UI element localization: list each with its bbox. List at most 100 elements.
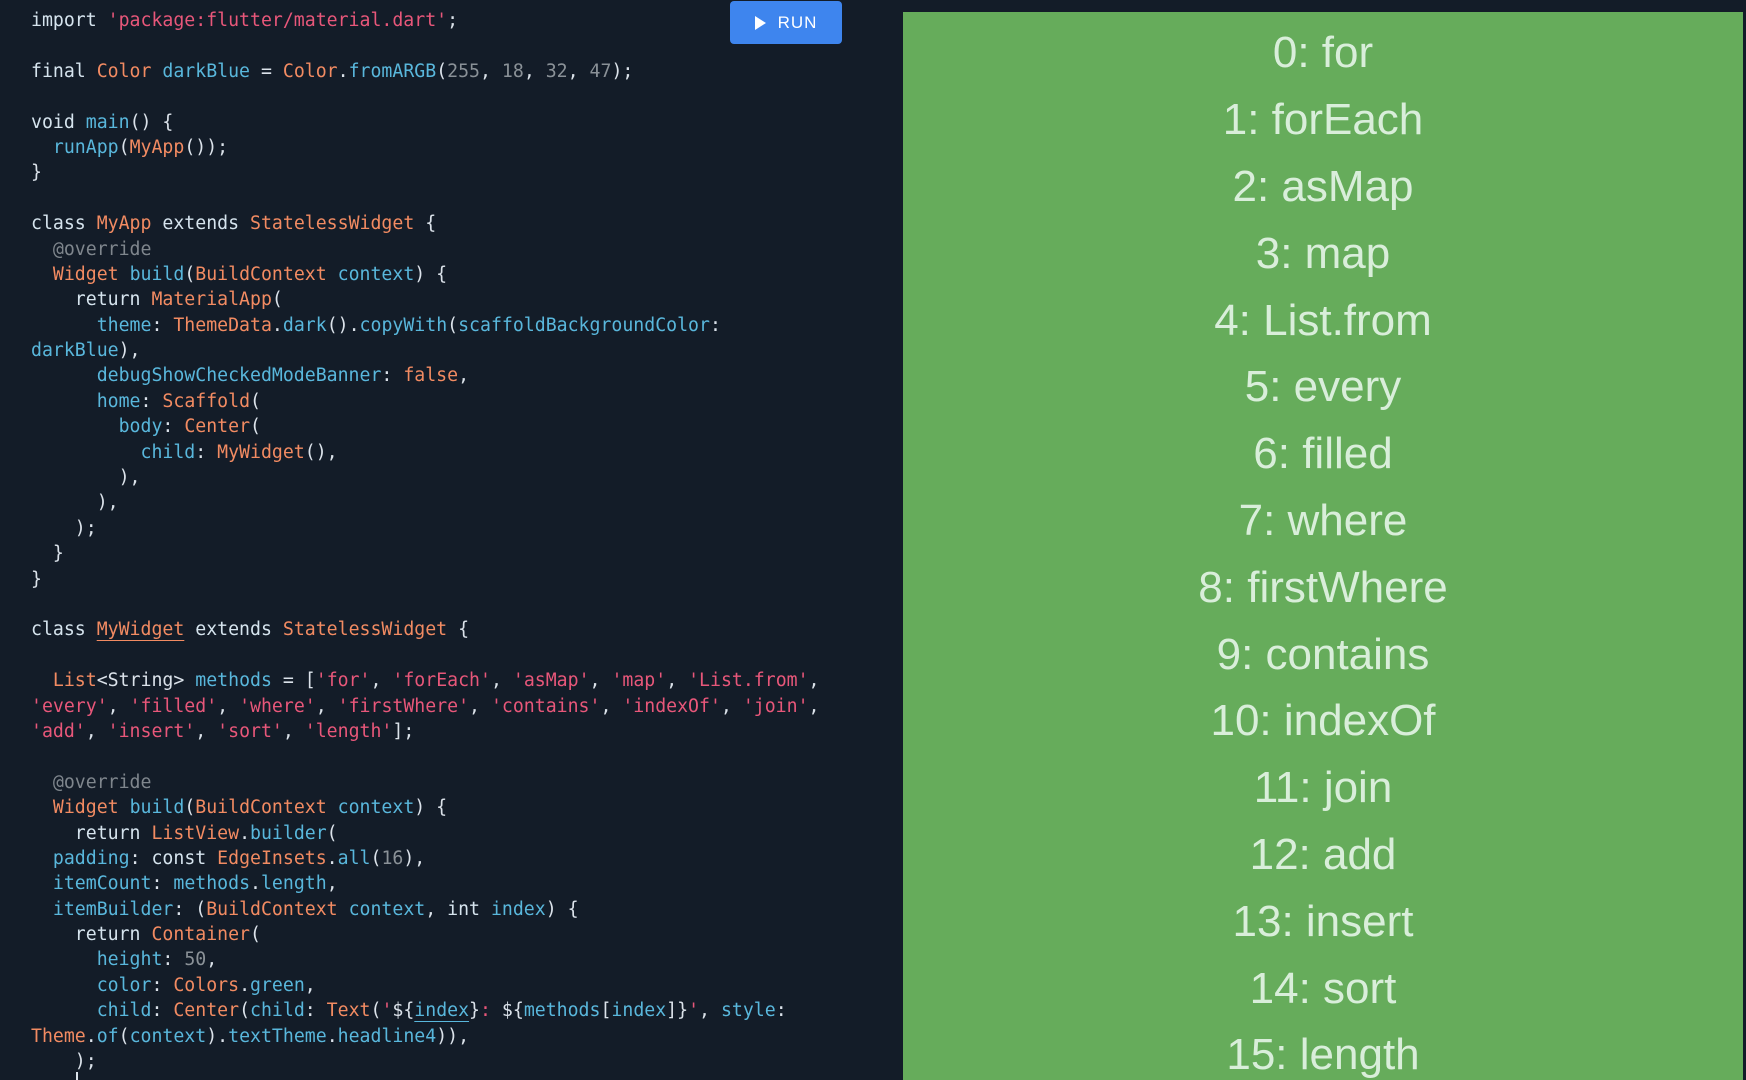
code-token: . bbox=[250, 873, 261, 895]
code-token: Theme bbox=[31, 1025, 86, 1047]
code-token: , bbox=[600, 695, 623, 717]
code-token: color bbox=[96, 974, 152, 996]
code-token: MyApp bbox=[129, 136, 185, 158]
code-token: ) { bbox=[414, 263, 448, 285]
code-token: length bbox=[260, 873, 327, 895]
code-line[interactable]: runApp(MyApp()); bbox=[31, 135, 820, 160]
code-token: (). bbox=[326, 314, 360, 336]
code-line[interactable]: 'every', 'filled', 'where', 'firstWhere'… bbox=[31, 694, 820, 719]
code-token: 'map' bbox=[611, 670, 667, 692]
code-token: , bbox=[206, 949, 218, 971]
code-line[interactable]: Theme.of(context).textTheme.headline4)), bbox=[31, 1024, 820, 1049]
code-token: 255 bbox=[447, 60, 480, 82]
code-line[interactable]: ), bbox=[31, 465, 820, 490]
code-token: Center bbox=[184, 416, 251, 438]
code-token: (), bbox=[304, 441, 338, 463]
code-line[interactable]: ), bbox=[31, 490, 820, 515]
code-token: build bbox=[129, 263, 185, 285]
code-line[interactable]: child: MyWidget(), bbox=[31, 440, 820, 465]
code-line[interactable]: ); bbox=[31, 1049, 820, 1074]
code-line[interactable]: import 'package:flutter/material.dart'; bbox=[31, 8, 820, 33]
code-token: : bbox=[381, 365, 404, 387]
code-line[interactable] bbox=[31, 643, 820, 668]
code-token: 'insert' bbox=[107, 720, 196, 742]
code-token: fromARGB bbox=[348, 60, 437, 82]
code-line[interactable]: body: Center( bbox=[31, 414, 820, 439]
code-line[interactable]: return MaterialApp( bbox=[31, 287, 820, 312]
code-line[interactable]: List<String> methods = ['for', 'forEach'… bbox=[31, 668, 820, 693]
code-line[interactable] bbox=[31, 186, 820, 211]
code-token: : bbox=[195, 441, 218, 463]
code-line[interactable]: } bbox=[31, 567, 820, 592]
code-line[interactable] bbox=[31, 744, 820, 769]
code-token: : bbox=[151, 974, 174, 996]
code-line[interactable]: Widget build(BuildContext context) { bbox=[31, 262, 820, 287]
code-token: MyApp bbox=[96, 213, 163, 235]
code-line[interactable]: darkBlue), bbox=[31, 338, 820, 363]
code-line[interactable]: height: 50, bbox=[31, 947, 820, 972]
code-line[interactable] bbox=[31, 33, 820, 58]
code-token: ( bbox=[250, 924, 261, 946]
code-line[interactable]: ); bbox=[31, 516, 820, 541]
code-token: = [ bbox=[271, 670, 316, 692]
code-token: body bbox=[118, 416, 163, 438]
code-token: : bbox=[151, 1000, 174, 1022]
list-item: 8: firstWhere bbox=[1198, 562, 1448, 612]
code-token: : bbox=[304, 1000, 327, 1022]
play-icon bbox=[754, 15, 766, 30]
code-token: ]; bbox=[392, 720, 415, 742]
run-button[interactable]: RUN bbox=[730, 1, 842, 44]
code-token: context bbox=[348, 898, 426, 920]
code-line[interactable] bbox=[31, 84, 820, 109]
code-line[interactable]: class MyWidget extends StatelessWidget { bbox=[31, 617, 820, 642]
code-token: . bbox=[326, 847, 338, 869]
code-line[interactable]: return Container( bbox=[31, 922, 820, 947]
code-token: ) { bbox=[414, 797, 448, 819]
code-line[interactable]: final Color darkBlue = Color.fromARGB(25… bbox=[31, 59, 820, 84]
code-token: ( bbox=[250, 416, 261, 438]
code-line[interactable]: child: Center(child: Text('${index}: ${m… bbox=[31, 998, 820, 1023]
code-token: () { bbox=[129, 111, 174, 133]
list-item: 9: contains bbox=[1216, 629, 1430, 679]
code-token: 32 bbox=[545, 60, 568, 82]
code-token: } bbox=[31, 568, 42, 590]
code-line[interactable]: itemCount: methods.length, bbox=[31, 871, 820, 896]
code-content[interactable]: import 'package:flutter/material.dart'; … bbox=[31, 8, 820, 1074]
code-line[interactable]: return ListView.builder( bbox=[31, 821, 820, 846]
code-editor[interactable]: import 'package:flutter/material.dart'; … bbox=[0, 0, 890, 1080]
code-line[interactable]: void main() { bbox=[31, 110, 820, 135]
code-token: index bbox=[414, 1000, 470, 1022]
code-line[interactable]: padding: const EdgeInsets.all(16), bbox=[31, 846, 820, 871]
code-line[interactable]: } bbox=[31, 160, 820, 185]
code-line[interactable]: @override bbox=[31, 770, 820, 795]
code-token: , bbox=[480, 60, 502, 82]
code-line[interactable]: color: Colors.green, bbox=[31, 973, 820, 998]
code-token: BuildContext bbox=[206, 898, 349, 920]
code-token: Container bbox=[151, 924, 251, 946]
code-line[interactable]: Widget build(BuildContext context) { bbox=[31, 795, 820, 820]
code-line[interactable] bbox=[31, 592, 820, 617]
code-line[interactable]: class MyApp extends StatelessWidget { bbox=[31, 211, 820, 236]
preview-list[interactable]: 0: for 1: forEach 2: asMap 3: map 4: List.fr… bbox=[903, 20, 1743, 1080]
code-token: , bbox=[85, 720, 108, 742]
code-line[interactable]: } bbox=[31, 541, 820, 566]
code-token: , bbox=[107, 695, 130, 717]
code-token: 47 bbox=[589, 60, 612, 82]
code-token: : bbox=[480, 1000, 502, 1022]
code-line[interactable]: theme: ThemeData.dark().copyWith(scaffol… bbox=[31, 313, 820, 338]
code-line[interactable]: home: Scaffold( bbox=[31, 389, 820, 414]
code-token: . bbox=[239, 974, 251, 996]
code-token: 'indexOf' bbox=[622, 695, 721, 717]
code-line[interactable]: @override bbox=[31, 237, 820, 262]
code-token: , bbox=[217, 695, 240, 717]
code-token: } bbox=[469, 1000, 480, 1022]
code-line[interactable]: itemBuilder: (BuildContext context, int … bbox=[31, 897, 820, 922]
app-preview: 0: for 1: forEach 2: asMap 3: map 4: List.fr… bbox=[903, 12, 1743, 1080]
code-line[interactable]: debugShowCheckedModeBanner: false, bbox=[31, 363, 820, 388]
code-token: final bbox=[31, 60, 97, 82]
code-line[interactable]: 'add', 'insert', 'sort', 'length']; bbox=[31, 719, 820, 744]
code-token: @override bbox=[31, 238, 152, 260]
